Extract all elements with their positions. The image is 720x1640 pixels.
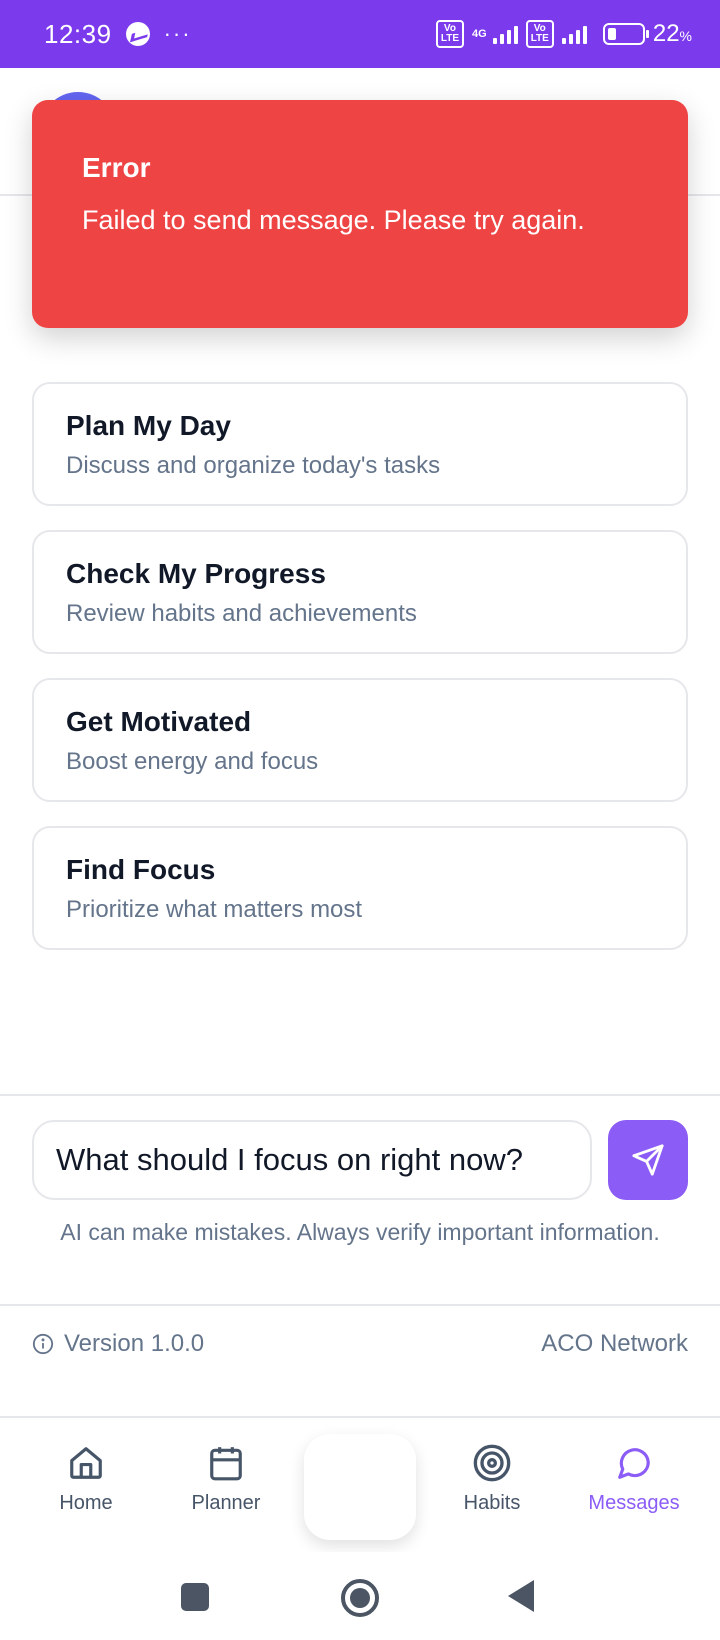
- quick-action-get-motivated[interactable]: Get Motivated Boost energy and focus: [32, 678, 688, 802]
- card-description: Prioritize what matters most: [66, 896, 363, 923]
- message-icon: [618, 1448, 650, 1479]
- nav-home[interactable]: Home: [16, 1440, 156, 1515]
- card-title: Plan My Day: [66, 410, 231, 441]
- quick-action-find-focus[interactable]: Find Focus Prioritize what matters most: [32, 826, 688, 950]
- error-toast[interactable]: Error Failed to send message. Please try…: [32, 100, 688, 328]
- network-type: 4G: [472, 28, 487, 40]
- nav-label: Habits: [463, 1492, 521, 1514]
- messenger-icon: [125, 22, 150, 46]
- send-icon: [632, 1144, 664, 1176]
- center-action-button[interactable]: [304, 1434, 416, 1540]
- status-time: 12:39: [44, 18, 112, 49]
- ai-disclaimer: AI can make mistakes. Always verify impo…: [60, 1219, 660, 1245]
- toast-title: Error: [82, 152, 151, 183]
- signal-icon-2: [561, 24, 587, 44]
- app-screen: 12:39 ··· Vo LTE 4G Vo LTE 22% Error Faile…: [0, 0, 720, 1640]
- card-description: Review habits and achievements: [66, 600, 417, 627]
- system-nav-bar: [0, 1552, 720, 1640]
- network-label[interactable]: ACO Network: [541, 1330, 688, 1358]
- back-icon[interactable]: [506, 1578, 536, 1614]
- card-title: Get Motivated: [66, 706, 252, 737]
- divider: [0, 1094, 720, 1096]
- message-input[interactable]: What should I focus on right now?: [32, 1120, 592, 1200]
- signal-icon: [492, 24, 518, 44]
- status-bar: 12:39 ··· Vo LTE 4G Vo LTE 22%: [0, 0, 720, 68]
- volte-icon-2: Vo LTE: [525, 20, 554, 48]
- home-icon: [70, 1447, 102, 1479]
- volte-icon: Vo LTE: [435, 20, 464, 48]
- nav-habits[interactable]: Habits: [422, 1440, 562, 1515]
- card-title: Find Focus: [66, 854, 216, 885]
- send-button[interactable]: [608, 1120, 688, 1200]
- nav-planner[interactable]: Planner: [156, 1440, 296, 1515]
- more-notifications-icon: ···: [163, 21, 192, 46]
- target-icon: [473, 1444, 511, 1482]
- divider: [0, 1304, 720, 1306]
- calendar-icon: [210, 1447, 242, 1481]
- info-icon: [32, 1333, 54, 1355]
- nav-label: Home: [59, 1492, 113, 1514]
- card-description: Discuss and organize today's tasks: [66, 452, 441, 479]
- toast-message: Failed to send message. Please try again…: [82, 205, 585, 235]
- card-title: Check My Progress: [66, 558, 326, 589]
- card-description: Boost energy and focus: [66, 748, 319, 775]
- battery-icon: [602, 23, 649, 45]
- quick-action-check-progress[interactable]: Check My Progress Review habits and achi…: [32, 530, 688, 654]
- nav-messages[interactable]: Messages: [564, 1440, 704, 1515]
- recent-apps-icon[interactable]: [180, 1582, 210, 1612]
- version-label: Version 1.0.0: [64, 1330, 205, 1357]
- nav-label: Planner: [191, 1492, 261, 1514]
- version-info: Version 1.0.0: [32, 1330, 204, 1358]
- nav-label: Messages: [588, 1492, 680, 1514]
- quick-actions: Plan My Day Discuss and organize today's…: [32, 382, 688, 974]
- home-button-icon[interactable]: [340, 1578, 380, 1618]
- quick-action-plan-my-day[interactable]: Plan My Day Discuss and organize today's…: [32, 382, 688, 506]
- battery-percent: 22%: [652, 20, 692, 47]
